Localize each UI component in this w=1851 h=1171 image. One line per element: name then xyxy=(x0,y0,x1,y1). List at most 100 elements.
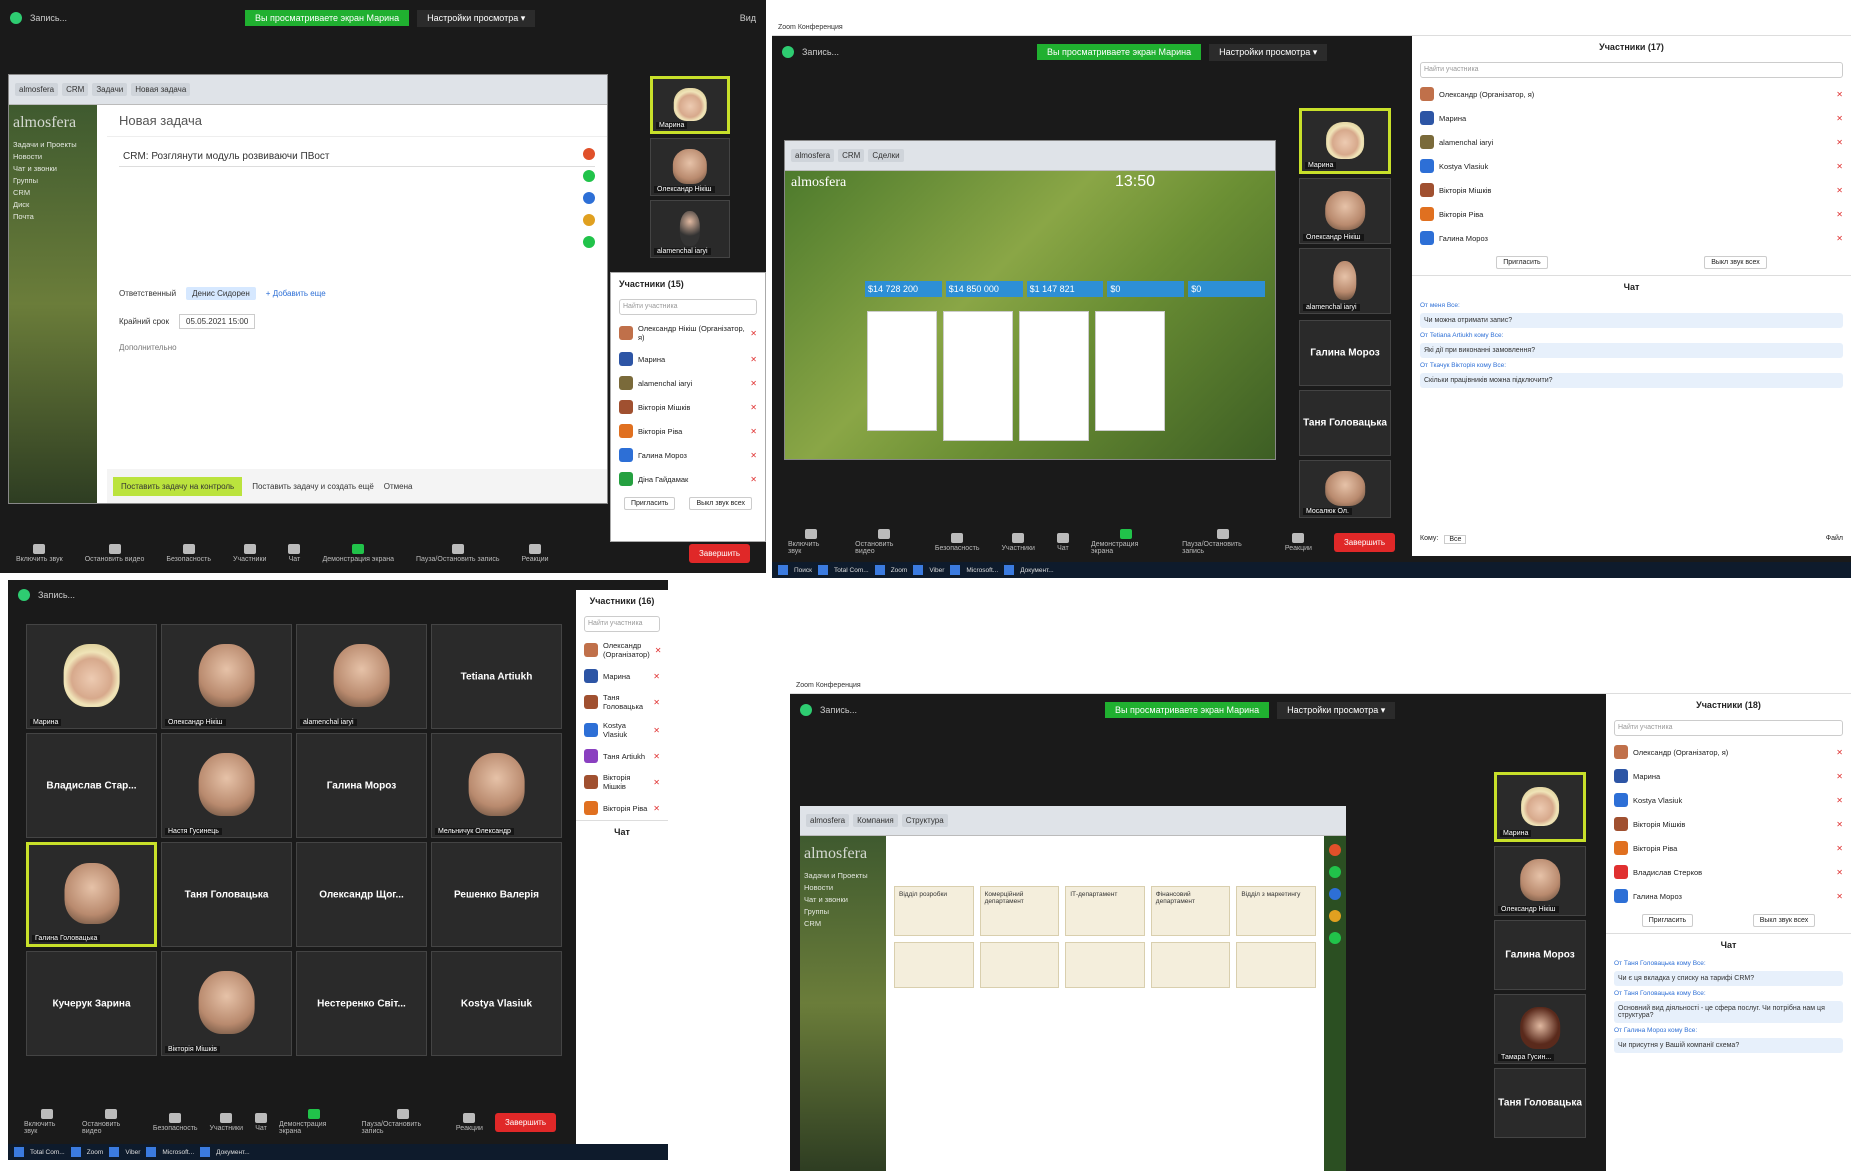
video-tile[interactable]: alamenchal iaryi xyxy=(1299,248,1391,314)
additional-toggle[interactable]: Дополнительно xyxy=(119,343,595,352)
control-2[interactable]: Остановить видео xyxy=(85,543,144,563)
mic-muted-icon[interactable]: ✕ xyxy=(1836,868,1843,877)
cancel-button[interactable]: Отмена xyxy=(384,482,413,491)
video-tile[interactable]: Kostya Vlasiuk xyxy=(431,951,562,1056)
control-7[interactable]: Пауза/Остановить запись xyxy=(416,543,499,563)
org-department-card[interactable]: Відділ розробки xyxy=(894,886,974,936)
video-tile[interactable]: Галина Мороз xyxy=(296,733,427,838)
view-toggle[interactable]: Вид xyxy=(740,13,756,23)
participant-row[interactable]: Олександр (Організатор, я) ✕ xyxy=(1606,740,1851,764)
sidebar-item[interactable]: CRM xyxy=(804,919,882,928)
mic-muted-icon[interactable]: ✕ xyxy=(1836,114,1843,123)
sidebar-item[interactable]: Новости xyxy=(13,152,93,161)
participant-row[interactable]: Галина Мороз ✕ xyxy=(1606,884,1851,908)
control-4[interactable]: Участники xyxy=(1002,532,1035,552)
video-tile[interactable]: Галина Головацька xyxy=(26,842,157,947)
control-3[interactable]: Безопасность xyxy=(153,1112,198,1132)
control-7[interactable]: Пауза/Остановить запись xyxy=(1182,529,1263,555)
participant-row[interactable]: Вікторія Ріва ✕ xyxy=(576,796,668,820)
mute-all-button[interactable]: Выкл звук всех xyxy=(1752,914,1816,927)
end-meeting-button[interactable]: Завершить xyxy=(1333,532,1395,552)
deadline-input[interactable]: 05.05.2021 15:00 xyxy=(179,314,256,329)
participant-row[interactable]: Марина ✕ xyxy=(1412,106,1851,130)
control-2[interactable]: Остановить видео xyxy=(82,1109,141,1135)
mic-muted-icon[interactable]: ✕ xyxy=(653,698,660,707)
video-tile[interactable]: Олександр Щог... xyxy=(296,842,427,947)
participant-row[interactable]: Діна Гайдамак ✕ xyxy=(611,467,765,491)
org-department-card[interactable]: Фінансовий департамент xyxy=(1150,886,1231,936)
app-icon[interactable] xyxy=(583,170,595,182)
mic-muted-icon[interactable]: ✕ xyxy=(750,355,757,364)
chat-to-select[interactable]: Все xyxy=(1444,535,1467,544)
participant-row[interactable]: Галина Мороз ✕ xyxy=(611,443,765,467)
video-tile[interactable]: Таня Головацька xyxy=(1299,390,1391,456)
mic-muted-icon[interactable]: ✕ xyxy=(1836,210,1843,219)
participant-row[interactable]: Марина ✕ xyxy=(1606,764,1851,788)
video-tile[interactable]: Галина Мороз xyxy=(1299,320,1391,386)
deal-card[interactable] xyxy=(1095,311,1165,431)
org-department-card[interactable]: Відділ з маркетингу xyxy=(1236,886,1316,936)
participant-row[interactable]: Вікторія Мішків ✕ xyxy=(611,395,765,419)
mic-muted-icon[interactable]: ✕ xyxy=(1836,796,1843,805)
video-tile[interactable]: Тамара Гусин... xyxy=(1494,994,1586,1064)
mic-muted-icon[interactable]: ✕ xyxy=(653,726,660,735)
participant-row[interactable]: alamenchal iaryi ✕ xyxy=(611,371,765,395)
control-1[interactable]: Включить звук xyxy=(24,1109,70,1135)
control-1[interactable]: Включить звук xyxy=(788,529,833,555)
video-tile[interactable]: Настя Гусинець xyxy=(161,733,292,838)
mic-muted-icon[interactable]: ✕ xyxy=(653,804,660,813)
add-more-link[interactable]: + Добавить еще xyxy=(266,289,326,298)
video-tile[interactable]: Олександр Нікіш xyxy=(1299,178,1391,244)
participants-search[interactable]: Найти участника xyxy=(619,299,757,315)
video-tile[interactable]: Мельничук Олександр xyxy=(431,733,562,838)
participant-row[interactable]: Вікторія Мішків ✕ xyxy=(1412,178,1851,202)
video-tile[interactable]: alamenchal iaryi xyxy=(296,624,427,729)
app-icon[interactable] xyxy=(583,236,595,248)
participant-row[interactable]: Kostya Vlasiuk ✕ xyxy=(1606,788,1851,812)
control-1[interactable]: Включить звук xyxy=(16,543,63,563)
mic-muted-icon[interactable]: ✕ xyxy=(1836,234,1843,243)
sidebar-item[interactable]: Новости xyxy=(804,883,882,892)
participant-row[interactable]: Олександр Нікіш (Організатор, я) ✕ xyxy=(611,319,765,347)
sidebar-item[interactable]: Задачи и Проекты xyxy=(13,140,93,149)
control-8[interactable]: Реакции xyxy=(521,543,549,563)
participant-row[interactable]: alamenchal iaryi ✕ xyxy=(1412,130,1851,154)
control-8[interactable]: Реакции xyxy=(1285,532,1312,552)
video-tile[interactable]: Таня Головацька xyxy=(1494,1068,1586,1138)
control-6[interactable]: Демонстрация экрана xyxy=(279,1109,350,1135)
mic-muted-icon[interactable]: ✕ xyxy=(1836,892,1843,901)
mic-muted-icon[interactable]: ✕ xyxy=(1836,90,1843,99)
org-subdepartment-card[interactable] xyxy=(1236,942,1316,988)
participant-row[interactable]: Олександр (Організатор) ✕ xyxy=(576,636,668,664)
control-4[interactable]: Участники xyxy=(233,543,266,563)
mic-muted-icon[interactable]: ✕ xyxy=(750,329,757,338)
participants-search[interactable]: Найти участника xyxy=(1614,720,1843,736)
mute-all-button[interactable]: Выкл звук всех xyxy=(1704,256,1767,269)
sidebar-item[interactable]: Задачи и Проекты xyxy=(804,871,882,880)
video-tile[interactable]: Марина xyxy=(26,624,157,729)
participant-row[interactable]: Вікторія Ріва ✕ xyxy=(611,419,765,443)
participant-row[interactable]: Марина ✕ xyxy=(576,664,668,688)
video-tile[interactable]: Кучерук Зарина xyxy=(26,951,157,1056)
video-tile[interactable]: Мосалюк Ол. xyxy=(1299,460,1391,518)
participant-row[interactable]: Kostya Vlasiuk ✕ xyxy=(1412,154,1851,178)
control-4[interactable]: Участники xyxy=(210,1112,243,1132)
participants-search[interactable]: Найти участника xyxy=(1420,62,1843,78)
control-8[interactable]: Реакции xyxy=(456,1112,483,1132)
participant-row[interactable]: Вікторія Мішків ✕ xyxy=(1606,812,1851,836)
participant-row[interactable]: Вікторія Мішків ✕ xyxy=(576,768,668,796)
chat-file-button[interactable]: Файл xyxy=(1826,535,1843,544)
org-subdepartment-card[interactable] xyxy=(894,942,974,988)
task-description-area[interactable] xyxy=(107,177,607,287)
invite-button[interactable]: Пригласить xyxy=(623,497,676,510)
control-5[interactable]: Чат xyxy=(288,543,301,563)
control-6[interactable]: Демонстрация экрана xyxy=(1091,529,1160,555)
control-6[interactable]: Демонстрация экрана xyxy=(322,543,394,563)
participant-row[interactable]: Таня Artiukh ✕ xyxy=(576,744,668,768)
participant-row[interactable]: Вікторія Ріва ✕ xyxy=(1606,836,1851,860)
video-tile[interactable]: alamenchal iaryi xyxy=(650,200,730,258)
org-subdepartment-card[interactable] xyxy=(979,942,1060,988)
control-5[interactable]: Чат xyxy=(255,1112,267,1132)
browser-tab-strip[interactable]: almosfera CRM Сделки xyxy=(785,141,1275,171)
mute-all-button[interactable]: Выкл звук всех xyxy=(689,497,752,510)
